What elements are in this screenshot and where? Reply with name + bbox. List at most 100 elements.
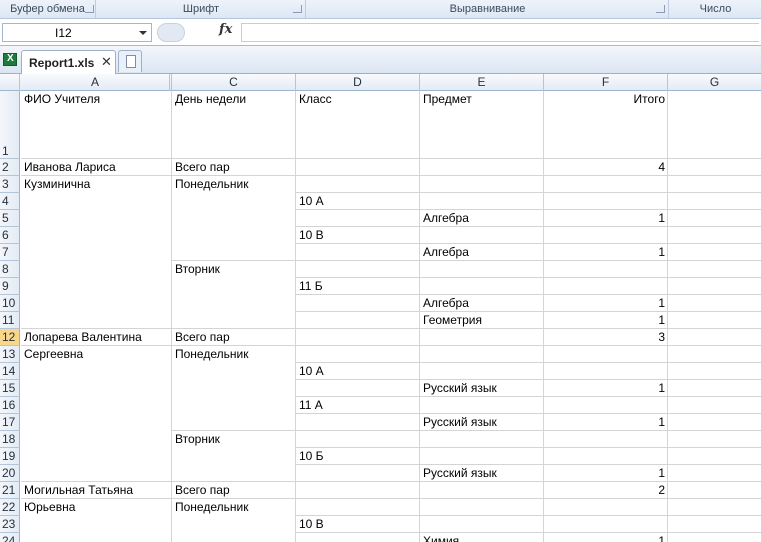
cell-c[interactable]: Вторник (172, 261, 296, 277)
row-header[interactable]: 4 (0, 193, 20, 210)
cell-e[interactable]: Химия (420, 533, 544, 542)
row-header[interactable]: 2 (0, 159, 20, 176)
column-header-d[interactable]: D (296, 74, 420, 91)
cell-a[interactable]: Лопарева Валентина (21, 329, 170, 345)
row-header[interactable]: 9 (0, 278, 20, 295)
chevron-down-icon[interactable] (139, 31, 147, 35)
close-icon[interactable]: ✕ (101, 54, 112, 70)
cell-f[interactable]: 2 (544, 482, 668, 498)
table-row: 9 11 Б (0, 278, 761, 295)
cell-e[interactable]: Алгебра (420, 210, 544, 226)
ribbon-group-label: Буфер обмена (10, 3, 85, 15)
cell-c[interactable]: Вторник (172, 431, 296, 447)
cell-e[interactable]: Геометрия (420, 312, 544, 328)
gridline (667, 91, 668, 542)
row-header[interactable]: 23 (0, 516, 20, 533)
cell-f[interactable]: 4 (544, 159, 668, 175)
ribbon-group-number: Число (670, 0, 761, 18)
row-header[interactable]: 17 (0, 414, 20, 431)
cell-f[interactable]: Итого (544, 91, 668, 107)
cell-d[interactable]: 10 В (296, 227, 420, 243)
cell-f[interactable]: 1 (544, 244, 668, 260)
cell-f[interactable]: 1 (544, 380, 668, 396)
cell-c[interactable]: Всего пар (172, 482, 296, 498)
dialog-launcher-icon[interactable] (85, 5, 94, 13)
row-header[interactable]: 5 (0, 210, 20, 227)
cell-a[interactable]: ФИО Учителя (21, 91, 170, 107)
cell-e[interactable]: Русский язык (420, 465, 544, 481)
column-header-g[interactable]: G (668, 74, 761, 91)
cell-f[interactable]: 1 (544, 312, 668, 328)
cell-a[interactable]: Сергеевна (21, 346, 170, 362)
row-header[interactable]: 1 (0, 91, 20, 159)
cell-c[interactable]: День недели (172, 91, 296, 107)
row-header[interactable]: 14 (0, 363, 20, 380)
cell-d[interactable]: 10 В (296, 516, 420, 532)
row-header[interactable]: 22 (0, 499, 20, 516)
cell-f[interactable]: 1 (544, 295, 668, 311)
cell-d[interactable]: 11 А (296, 397, 420, 413)
table-row: 10 Алгебра 1 (0, 295, 761, 312)
cell-c[interactable]: Понедельник (172, 176, 296, 192)
cell-d[interactable]: 10 Б (296, 448, 420, 464)
row-header[interactable]: 18 (0, 431, 20, 448)
row-header[interactable]: 21 (0, 482, 20, 499)
row-header[interactable]: 15 (0, 380, 20, 397)
sheet-grid[interactable]: 1 ФИО Учителя День недели Класс Предмет Итого… (0, 91, 761, 542)
cell-a[interactable]: Кузминична (21, 176, 170, 192)
cell-f[interactable]: 1 (544, 465, 668, 481)
cell-e[interactable]: Алгебра (420, 295, 544, 311)
row-header[interactable]: 19 (0, 448, 20, 465)
table-row: 18 Вторник (0, 431, 761, 448)
cell-f[interactable]: 1 (544, 210, 668, 226)
cell-d[interactable]: 10 А (296, 193, 420, 209)
cell-a[interactable]: Юрьевна (21, 499, 170, 515)
workbook-tab-bar: Report1.xls ✕ (0, 46, 761, 75)
cell-e[interactable]: Предмет (420, 91, 544, 107)
row-header[interactable]: 10 (0, 295, 20, 312)
column-header-f[interactable]: F (544, 74, 668, 91)
table-row: 7 Алгебра 1 (0, 244, 761, 261)
gridline (295, 91, 296, 542)
cell-e[interactable]: Алгебра (420, 244, 544, 260)
cell-a[interactable]: Иванова Лариса (21, 159, 170, 175)
row-header[interactable]: 13 (0, 346, 20, 363)
row-header[interactable]: 8 (0, 261, 20, 278)
row-header[interactable]: 24 (0, 533, 20, 542)
row-header[interactable]: 7 (0, 244, 20, 261)
formula-input[interactable] (241, 23, 759, 42)
tab-report1[interactable]: Report1.xls ✕ (21, 50, 116, 75)
cell-f[interactable]: 1 (544, 414, 668, 430)
select-all-corner[interactable] (0, 74, 20, 91)
cell-d[interactable]: Класс (296, 91, 420, 107)
row-header[interactable]: 11 (0, 312, 20, 329)
cell-d[interactable]: 10 А (296, 363, 420, 379)
column-header-e[interactable]: E (420, 74, 544, 91)
cell-f[interactable]: 1 (544, 533, 668, 542)
cell-c[interactable]: Понедельник (172, 346, 296, 362)
row-header[interactable]: 20 (0, 465, 20, 482)
table-row: 14 10 А (0, 363, 761, 380)
cell-c[interactable]: Всего пар (172, 329, 296, 345)
dialog-launcher-icon[interactable] (293, 5, 302, 13)
column-header-a[interactable]: A (21, 74, 170, 91)
formula-bar-resize-handle[interactable] (157, 23, 185, 42)
column-header-c[interactable]: C (172, 74, 296, 91)
table-row: 12 Лопарева Валентина Всего пар 3 (0, 329, 761, 346)
cell-f[interactable]: 3 (544, 329, 668, 345)
fx-icon[interactable]: fx (219, 22, 232, 37)
table-row: 8 Вторник (0, 261, 761, 278)
dialog-launcher-icon[interactable] (656, 5, 665, 13)
cell-c[interactable]: Понедельник (172, 499, 296, 515)
row-header[interactable]: 12 (0, 329, 20, 346)
name-box[interactable]: I12 (2, 23, 152, 42)
cell-d[interactable]: 11 Б (296, 278, 420, 294)
cell-e[interactable]: Русский язык (420, 380, 544, 396)
row-header[interactable]: 3 (0, 176, 20, 193)
row-header[interactable]: 16 (0, 397, 20, 414)
cell-a[interactable]: Могильная Татьяна (21, 482, 170, 498)
cell-c[interactable]: Всего пар (172, 159, 296, 175)
cell-e[interactable]: Русский язык (420, 414, 544, 430)
row-header[interactable]: 6 (0, 227, 20, 244)
new-sheet-button[interactable] (118, 50, 142, 72)
